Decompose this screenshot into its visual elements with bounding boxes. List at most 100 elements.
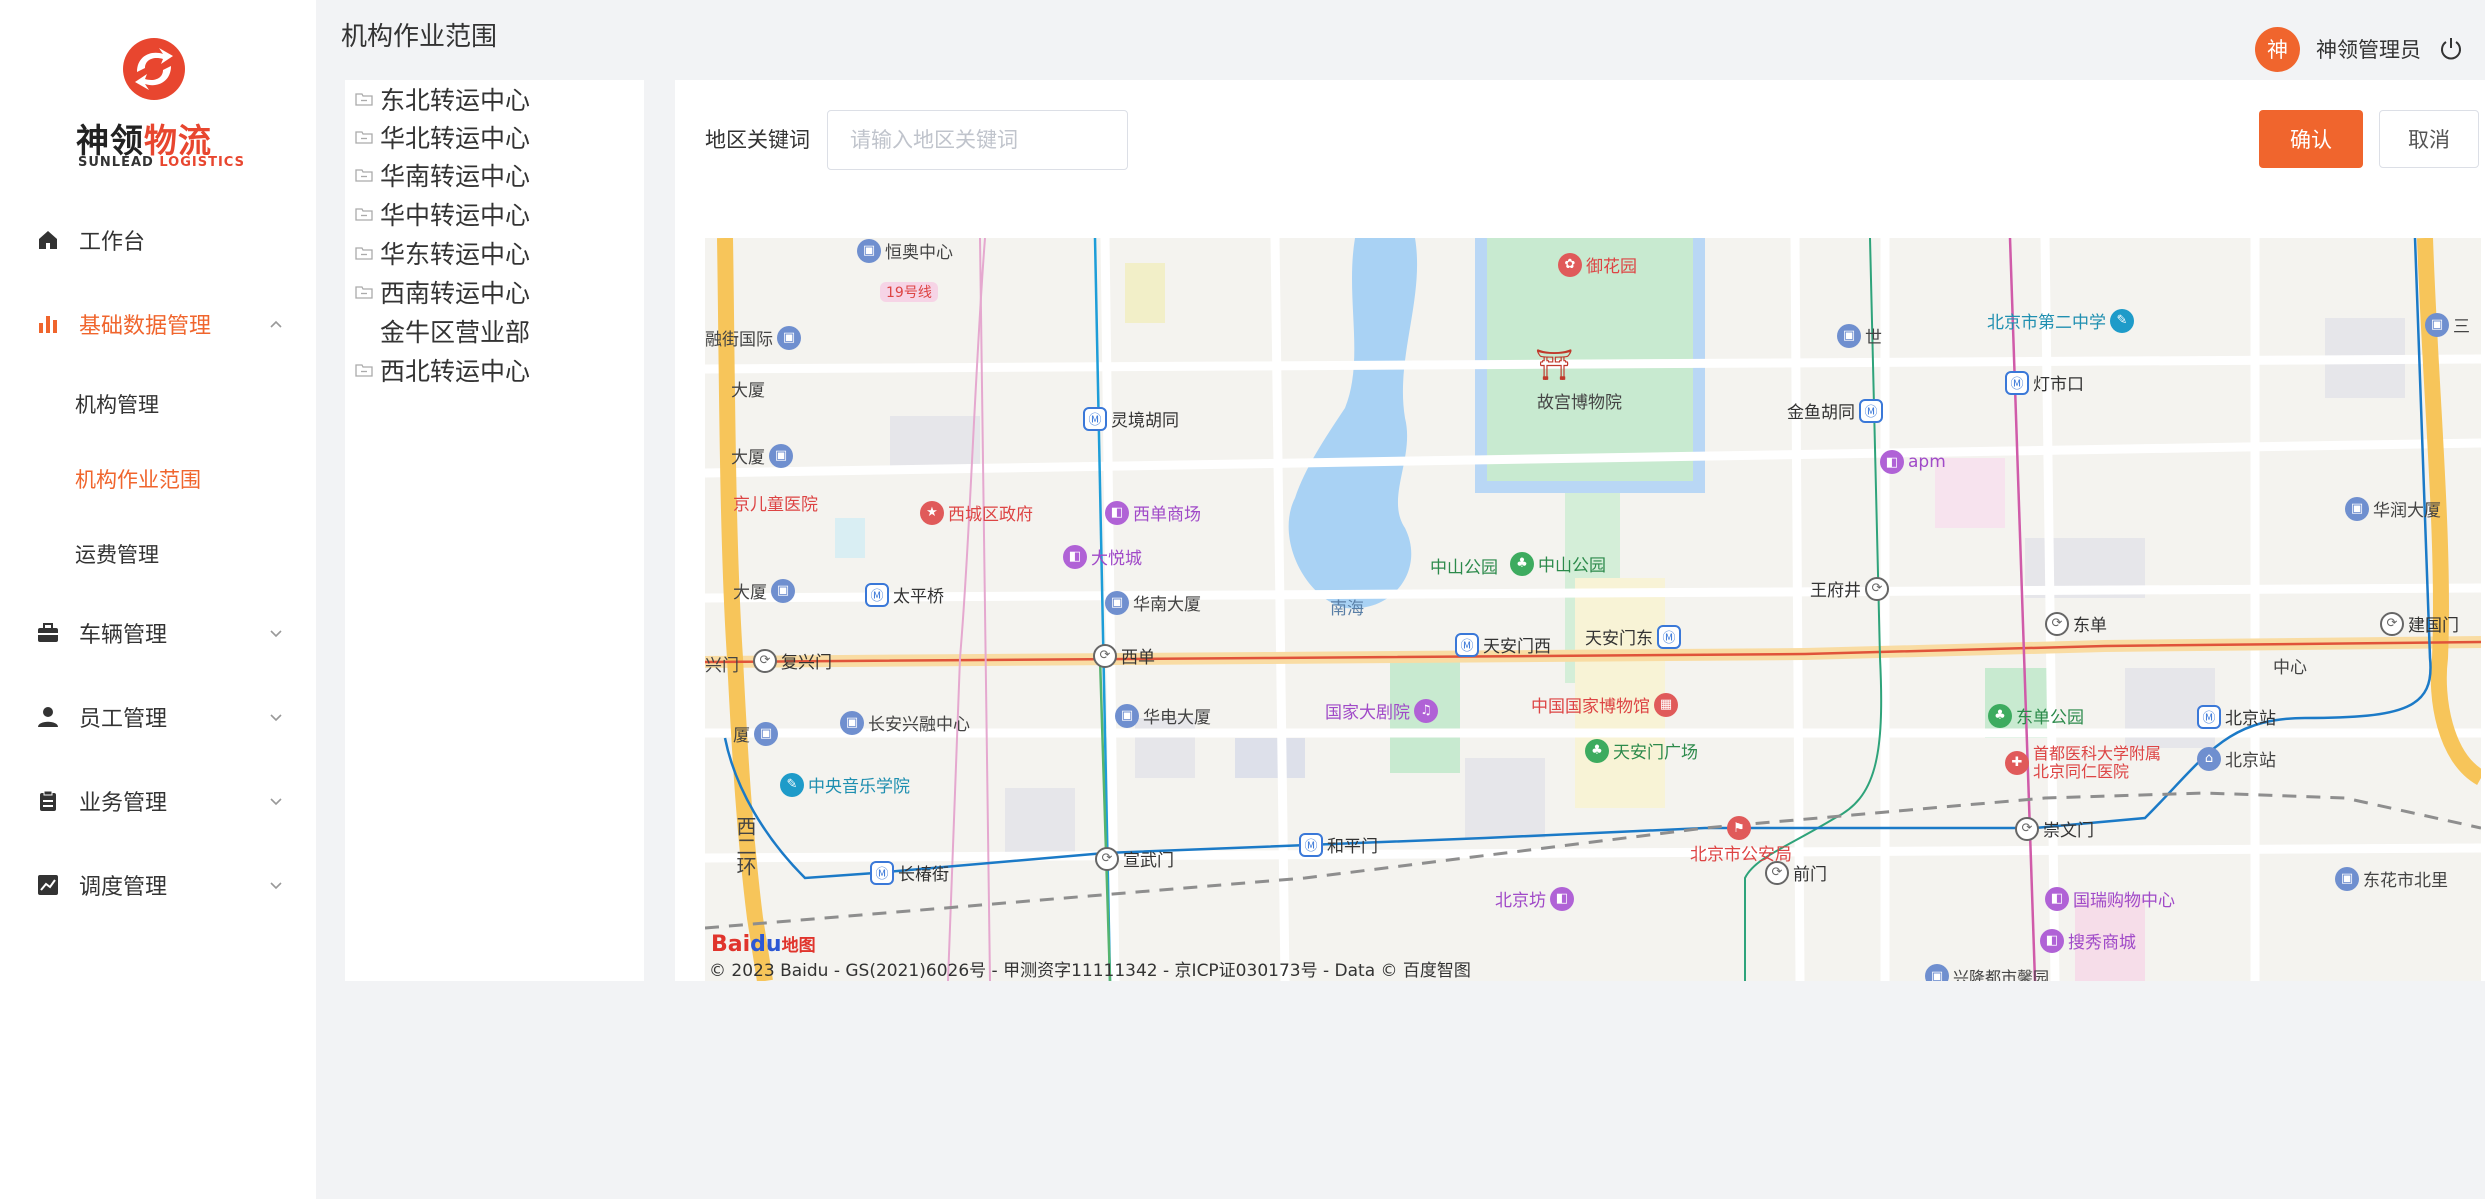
station-icon: ⟳ [753,648,777,673]
metro-station[interactable]: ⟳ 建国门 [2380,611,2459,636]
metro-station[interactable]: Ⓜ 和平门 [1299,832,1378,857]
menu-business-label: 业务管理 [79,791,168,816]
menu-vehicle[interactable]: 车辆管理 [0,608,316,658]
poi-marker[interactable]: 融街国际 ▣ [705,325,805,350]
poi-marker[interactable]: ▣ 东花市北里 [2335,866,2448,891]
poi-label: 华南大厦 [1133,595,1201,615]
metro-station[interactable]: Ⓜ 长椿街 [870,860,949,885]
poi-marker[interactable]: ▣ 华电大厦 [1115,703,1211,728]
submenu-org-scope[interactable]: 机构作业范围 [0,456,316,502]
tree-node-label: 金牛区营业部 [380,318,531,347]
poi-marker[interactable]: ✿ 御花园 [1558,252,1637,277]
poi-marker[interactable]: 北京市第二中学 ✎ [1987,308,2138,333]
road-label: 西二环 [731,816,760,876]
menu-business[interactable]: 业务管理 [0,776,316,826]
metro-station[interactable]: 金鱼胡同 Ⓜ [1787,398,1887,423]
poi-marker[interactable]: ▣ 长安兴融中心 [840,710,970,735]
metro-station[interactable]: ⟳ 西单 [1093,643,1155,668]
metro-station[interactable]: Ⓜ 太平桥 [865,582,944,607]
submenu-org[interactable]: 机构管理 [0,381,316,427]
poi-marker[interactable]: ◧ apm [1880,450,1946,474]
poi-marker[interactable]: ▣ 华润大厦 [2345,496,2441,521]
poi-marker[interactable]: ♣ 天安门广场 [1585,738,1698,763]
menu-workbench[interactable]: 工作台 [0,215,316,265]
poi-marker[interactable]: ◧ 西单商场 [1105,500,1201,525]
palace-icon: ⛩ [1535,348,1574,383]
metro-station[interactable]: ⟳ 宣武门 [1095,846,1174,871]
metro-station[interactable]: 王府井 ⟳ [1810,576,1893,601]
metro-icon: Ⓜ [865,582,889,607]
menu-dispatch[interactable]: 调度管理 [0,860,316,910]
map[interactable]: ▣ 恒奥中心 19号线 融街国际 ▣ 大厦 大厦 ▣ 京儿童医院 大厦 ▣ 厦 ▣ Ⓜ 灵境… [705,238,2481,981]
poi-marker[interactable]: ▣ 恒奥中心 [857,238,953,263]
poi-marker[interactable]: 国家大剧院 ♫ [1325,698,1442,723]
poi-label: 北京站 [2225,751,2276,771]
poi-label: 京儿童医院 [733,495,818,515]
building-icon: ▣ [2425,312,2449,337]
poi-marker[interactable]: ♣ 中山公园 [1510,551,1606,576]
building-icon: ▣ [769,443,793,468]
poi-marker[interactable]: ▣ 兴隆都市馨园 [1925,964,2049,981]
poi-marker[interactable]: ⚑ 北京市公安局 [1690,816,1792,865]
folder-icon [355,93,373,106]
poi-label-plain: 故宫博物院 [1537,388,1622,413]
park-icon: ♣ [1585,738,1609,763]
poi-marker[interactable]: ✎ 中央音乐学院 [780,772,910,797]
poi-marker[interactable]: ▣ 世 [1837,323,1882,348]
poi-label: 故宫博物院 [1537,393,1622,413]
poi-marker[interactable]: ◧ 国瑞购物中心 [2045,886,2175,911]
metro-station[interactable]: ⟳ 崇文门 [2015,816,2094,841]
poi-marker[interactable]: ▣ 华南大厦 [1105,590,1201,615]
metro-station[interactable]: ⟳ 东单 [2045,611,2107,636]
poi-marker[interactable]: 北京坊 ◧ [1495,886,1578,911]
metro-station[interactable]: Ⓜ 天安门西 [1455,632,1551,657]
poi-label: 东花市北里 [2363,871,2448,891]
poi-marker[interactable]: 大厦 ▣ [731,443,797,468]
poi-marker[interactable]: 中国国家博物馆 ▦ [1531,692,1682,717]
poi-marker[interactable]: ▣ 三 [2425,312,2470,337]
confirm-button[interactable]: 确认 [2259,110,2363,168]
folder-icon [355,169,373,182]
avatar[interactable]: 神 [2255,26,2300,72]
chevron-down-icon [270,630,282,638]
metro-icon: Ⓜ [2005,370,2029,395]
poi-marker[interactable]: ◧ 大悦城 [1063,544,1142,569]
menu-basic-data[interactable]: 基础数据管理 [0,299,316,349]
user-name[interactable]: 神领管理员 [2316,34,2421,64]
metro-station[interactable]: ⟳ 前门 [1765,860,1827,885]
poi-marker[interactable]: ★ 西城区政府 [920,500,1033,525]
poi-label: 南海 [1330,599,1364,619]
keyword-input[interactable] [827,110,1128,170]
menu-staff[interactable]: 员工管理 [0,692,316,742]
sidebar: 神领物流 SUNLEAD LOGISTICS 工作台 基础数据管理 机构管理 机… [0,0,316,1199]
metro-station[interactable]: 天安门东 Ⓜ [1585,624,1685,649]
poi-marker[interactable]: ◧ 搜秀商城 [2040,928,2136,953]
theater-icon: ♫ [1414,698,1438,723]
page-title: 机构作业范围 [341,22,498,52]
poi-label: 三 [2453,317,2470,337]
cancel-button[interactable]: 取消 [2379,110,2479,168]
poi-label: 西城区政府 [948,505,1033,525]
poi-marker[interactable]: 大厦 ▣ [733,578,799,603]
briefcase-icon [36,621,60,645]
poi-label: 前门 [1793,865,1827,885]
map-copyright: © 2023 Baidu - GS(2021)6026号 - 甲测资字11111… [709,961,1471,981]
metro-station[interactable]: Ⓜ 北京站 [2197,704,2276,729]
metro-station[interactable]: Ⓜ 灵境胡同 [1083,406,1179,431]
poi-marker[interactable]: ♣ 东单公园 [1988,703,2084,728]
submenu-freight[interactable]: 运费管理 [0,531,316,577]
building-icon: ▣ [771,578,795,603]
power-icon[interactable] [2437,35,2465,63]
poi-label: apm [1908,452,1946,472]
metro-station[interactable]: Ⓜ 灯市口 [2005,370,2084,395]
poi-marker[interactable]: ⌂ 北京站 [2197,746,2276,771]
building-icon: ▣ [1837,323,1861,348]
metro-station[interactable]: ⟳ 复兴门 [753,648,832,673]
poi-marker[interactable]: 厦 ▣ [733,721,782,746]
poi-marker[interactable]: ✚ 首都医科大学附属北京同仁医院 [2005,745,2175,781]
poi-label-plain: 中心 [2273,653,2307,678]
poi-label: 大厦 [731,381,765,401]
shopping-icon: ◧ [1105,500,1129,525]
user-info: 神 神领管理员 [2255,26,2465,72]
submenu-freight-label: 运费管理 [75,543,159,567]
